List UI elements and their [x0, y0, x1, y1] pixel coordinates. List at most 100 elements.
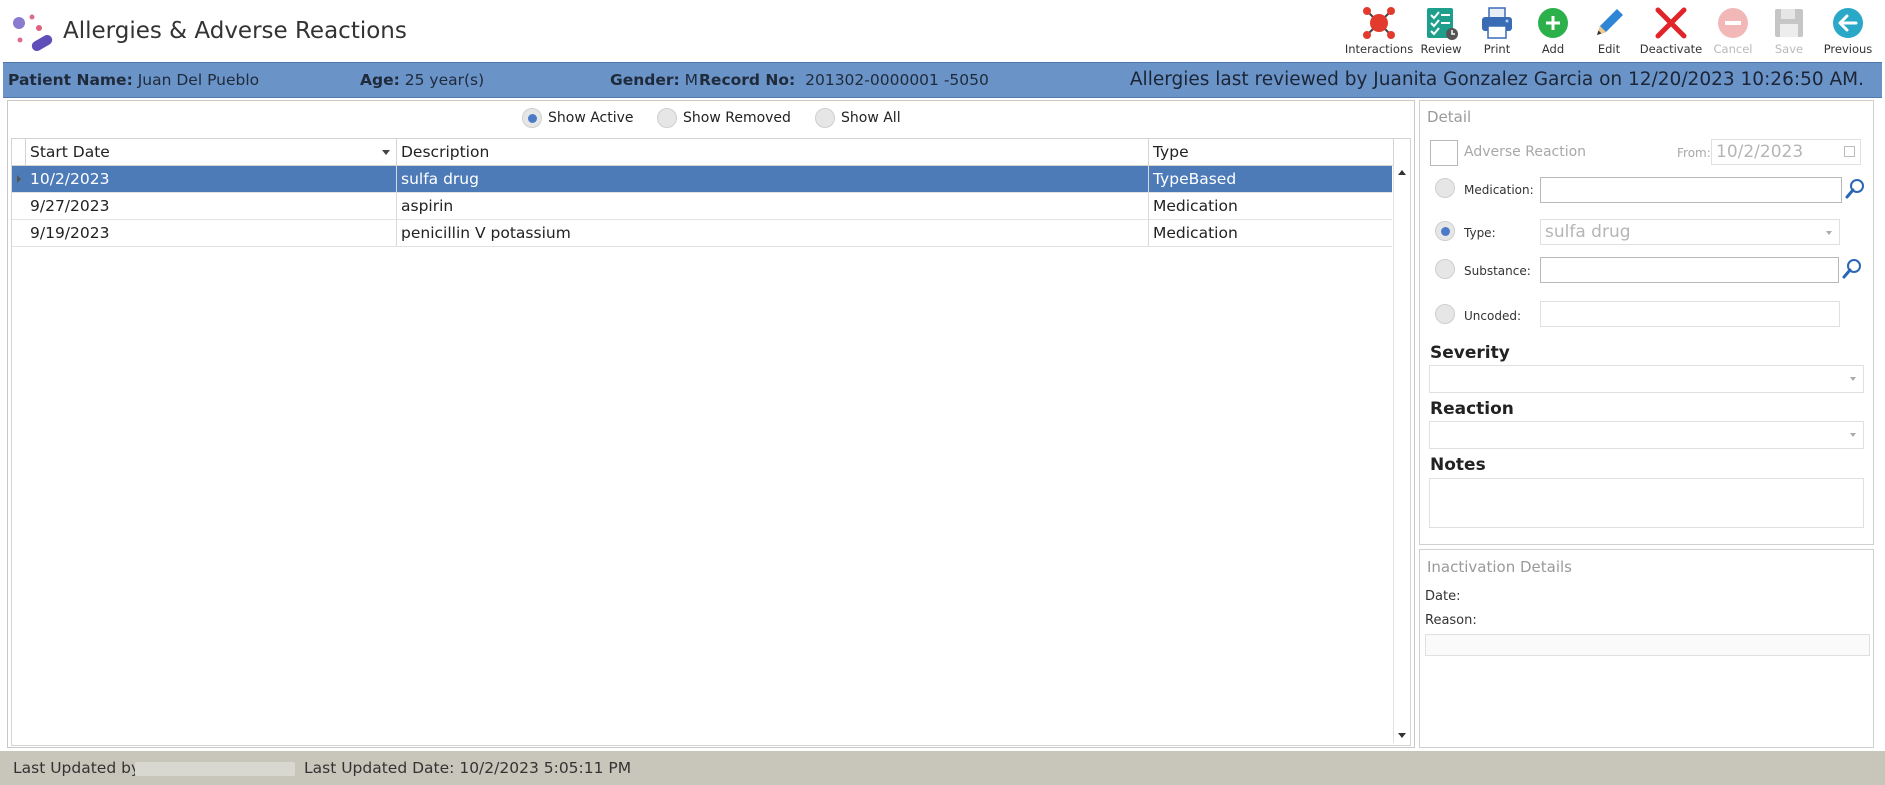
medication-radio[interactable]	[1435, 178, 1455, 198]
row-header-spacer	[12, 139, 26, 165]
cell-start-date: 9/19/2023	[26, 220, 397, 246]
substance-label: Substance:	[1464, 264, 1531, 278]
sort-descending-icon	[382, 150, 390, 155]
deactivate-button[interactable]: Deactivate	[1637, 2, 1705, 60]
cancel-label: Cancel	[1713, 42, 1753, 56]
column-header-description[interactable]: Description	[397, 139, 1149, 165]
column-header-start-date[interactable]: Start Date	[26, 139, 397, 165]
severity-heading: Severity	[1430, 343, 1510, 363]
toolbar: Interactions Review Print Add Edit Deact…	[1345, 2, 1879, 60]
chevron-down-icon	[1850, 433, 1856, 437]
medication-label: Medication:	[1464, 183, 1534, 197]
app-header: Allergies & Adverse Reactions Interactio…	[0, 0, 1885, 62]
status-footer: Last Updated by: Last Updated Date: 10/2…	[0, 751, 1885, 785]
interactions-icon	[1363, 7, 1395, 39]
deactivate-label: Deactivate	[1639, 42, 1703, 56]
reaction-heading: Reaction	[1430, 399, 1514, 419]
cell-description: sulfa drug	[397, 166, 1149, 192]
radio-indicator	[815, 108, 835, 128]
app-title: Allergies & Adverse Reactions	[63, 18, 407, 44]
radio-indicator	[657, 108, 677, 128]
edit-label: Edit	[1597, 42, 1621, 56]
arrow-left-circle-icon	[1833, 8, 1863, 38]
grid-header: Start Date Description Type	[12, 139, 1410, 166]
column-header-type[interactable]: Type	[1149, 139, 1394, 165]
notes-heading: Notes	[1430, 455, 1486, 475]
show-all-radio[interactable]: Show All	[815, 108, 901, 128]
cancel-minus-icon	[1718, 8, 1748, 38]
medication-input[interactable]	[1540, 177, 1842, 203]
patient-name: Patient Name: Juan Del Pueblo	[8, 71, 260, 89]
detail-title: Detail	[1427, 108, 1472, 126]
table-row[interactable]: 9/27/2023 aspirin Medication	[12, 193, 1392, 220]
detail-panel: Detail Adverse Reaction From: 10/2/2023 …	[1419, 100, 1874, 545]
medication-search-icon[interactable]	[1844, 178, 1866, 200]
app-logo-icon	[13, 14, 53, 51]
notes-textarea[interactable]	[1429, 478, 1864, 528]
allergy-grid: Start Date Description Type 10/2/2023 su…	[11, 138, 1411, 746]
table-row[interactable]: 10/2/2023 sulfa drug TypeBased	[12, 166, 1392, 193]
cell-type: Medication	[1153, 224, 1238, 242]
x-mark-icon	[1655, 7, 1687, 39]
cell-start-date: 9/27/2023	[26, 193, 397, 219]
interactions-button[interactable]: Interactions	[1345, 2, 1413, 60]
adverse-reaction-label: Adverse Reaction	[1464, 144, 1587, 160]
chevron-down-icon	[1826, 231, 1832, 235]
scroll-down-icon[interactable]	[1398, 733, 1406, 738]
floppy-disk-icon	[1775, 9, 1803, 37]
cell-type: Medication	[1153, 197, 1238, 215]
review-button[interactable]: Review	[1413, 2, 1469, 60]
save-button[interactable]: Save	[1761, 2, 1817, 60]
substance-search-icon[interactable]	[1841, 258, 1863, 280]
inactivation-title: Inactivation Details	[1427, 558, 1572, 576]
previous-button[interactable]: Previous	[1817, 2, 1879, 60]
radio-indicator	[522, 108, 542, 128]
filter-radio-group: Show Active Show Removed Show All	[8, 101, 1414, 137]
inactivation-panel: Inactivation Details Date: Reason:	[1419, 549, 1874, 748]
show-active-radio[interactable]: Show Active	[522, 108, 634, 128]
save-label: Save	[1774, 42, 1804, 56]
allergy-list-panel: Show Active Show Removed Show All Start …	[7, 100, 1415, 748]
reaction-dropdown[interactable]	[1429, 421, 1864, 449]
patient-record-number: Record No: 201302-0000001 -5050	[699, 71, 989, 89]
adverse-reaction-checkbox[interactable]	[1430, 140, 1458, 166]
add-circle-icon	[1538, 8, 1568, 38]
uncoded-radio[interactable]	[1435, 304, 1455, 324]
cell-start-date: 10/2/2023	[26, 166, 397, 192]
review-status-text: Allergies last reviewed by Juanita Gonza…	[1129, 69, 1864, 90]
inactivation-reason-field[interactable]	[1425, 634, 1870, 656]
substance-radio[interactable]	[1435, 259, 1455, 279]
patient-age: Age: 25 year(s)	[360, 71, 485, 89]
cell-description: aspirin	[397, 193, 1149, 219]
add-button[interactable]: Add	[1525, 2, 1581, 60]
substance-input[interactable]	[1540, 257, 1839, 283]
edit-button[interactable]: Edit	[1581, 2, 1637, 60]
redacted-user-name	[135, 762, 295, 776]
type-label: Type:	[1464, 226, 1496, 240]
show-removed-radio[interactable]: Show Removed	[657, 108, 791, 128]
cell-description: penicillin V potassium	[397, 220, 1149, 246]
type-dropdown[interactable]: sulfa drug	[1540, 219, 1840, 245]
inactivation-reason-label: Reason:	[1425, 613, 1477, 628]
from-label: From:	[1677, 146, 1711, 160]
uncoded-label: Uncoded:	[1464, 309, 1521, 323]
type-radio[interactable]	[1435, 221, 1455, 241]
from-date-field[interactable]: 10/2/2023	[1711, 139, 1861, 165]
inactivation-date-label: Date:	[1425, 589, 1461, 604]
print-button[interactable]: Print	[1469, 2, 1525, 60]
chevron-down-icon	[1850, 377, 1856, 381]
severity-dropdown[interactable]	[1429, 365, 1864, 393]
patient-info-bar: Patient Name: Juan Del Pueblo Age: 25 ye…	[3, 62, 1882, 98]
cell-type: TypeBased	[1153, 170, 1237, 188]
patient-gender: Gender: M	[610, 71, 699, 89]
calendar-icon[interactable]	[1844, 146, 1855, 157]
vertical-scrollbar[interactable]	[1393, 165, 1410, 743]
table-row[interactable]: 9/19/2023 penicillin V potassium Medicat…	[12, 220, 1392, 247]
uncoded-input[interactable]	[1540, 301, 1840, 327]
interactions-label: Interactions	[1344, 42, 1414, 56]
scroll-up-icon[interactable]	[1398, 170, 1406, 175]
last-updated-date: Last Updated Date: 10/2/2023 5:05:11 PM	[304, 759, 632, 777]
last-updated-by-label: Last Updated by:	[13, 759, 145, 777]
cancel-button[interactable]: Cancel	[1705, 2, 1761, 60]
add-label: Add	[1541, 42, 1565, 56]
